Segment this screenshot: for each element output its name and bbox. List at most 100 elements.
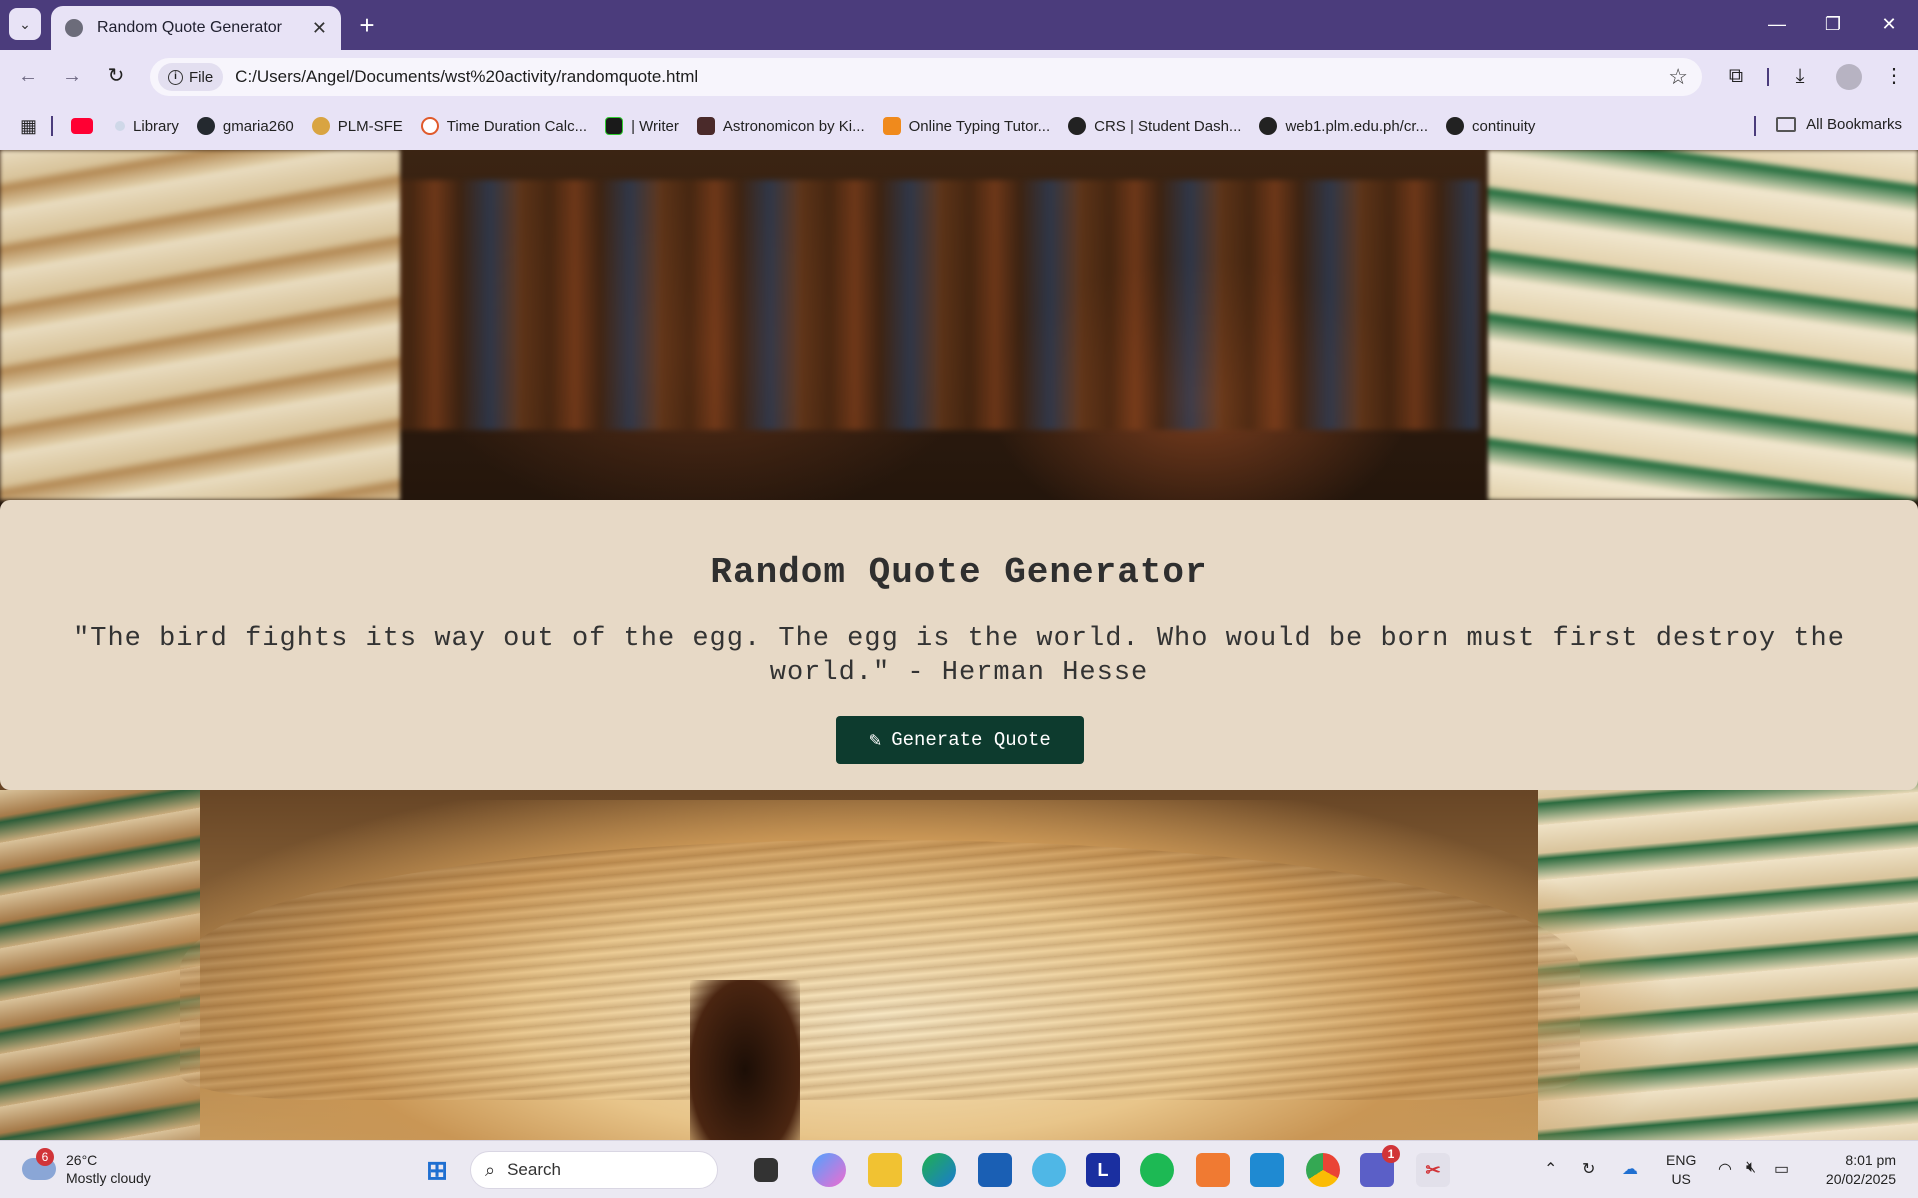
taskbar-search[interactable]: ⌕ Search — [470, 1151, 718, 1189]
bookmark-item[interactable]: continuity — [1446, 117, 1535, 135]
quote-card: Random Quote Generator "The bird fights … — [0, 500, 1918, 790]
bookmark-item[interactable]: Library — [115, 118, 179, 135]
background-book-stack-left — [0, 150, 400, 500]
minimize-button[interactable]: — — [1752, 8, 1802, 40]
clock-icon — [420, 117, 439, 135]
bookmark-star-icon[interactable]: ☆ — [1668, 64, 1688, 90]
bookmark-label: web1.plm.edu.ph/cr... — [1285, 117, 1429, 135]
extensions-icon[interactable]: ⧉ — [1722, 62, 1750, 90]
task-view-icon[interactable] — [754, 1158, 778, 1182]
site-info-chip[interactable]: i File — [158, 63, 224, 91]
lang-bottom: US — [1671, 1171, 1691, 1187]
weather-widget[interactable]: 6 26°C Mostly cloudy — [22, 1148, 151, 1187]
globe-icon — [65, 19, 83, 37]
battery-icon[interactable]: ▭ — [1774, 1159, 1789, 1179]
page-viewport: Random Quote Generator "The bird fights … — [0, 150, 1918, 1140]
bookmark-item[interactable]: Astronomicon by Ki... — [696, 117, 865, 135]
astronomicon-icon — [696, 117, 715, 135]
bookmark-label: gmaria260 — [222, 117, 294, 135]
bookmarks-divider — [51, 116, 54, 136]
background-book-spine — [690, 980, 800, 1140]
address-bar[interactable]: i File C:/Users/Angel/Documents/wst%20ac… — [150, 58, 1702, 96]
vscode-icon[interactable] — [1250, 1153, 1284, 1187]
all-bookmarks-button[interactable]: All Bookmarks — [1776, 116, 1902, 133]
language-indicator[interactable]: ENG US — [1666, 1151, 1696, 1189]
xampp-icon[interactable] — [1196, 1153, 1230, 1187]
speaker-muted-icon[interactable]: 🔇︎ — [1746, 1159, 1756, 1177]
onedrive-icon[interactable]: ☁ — [1622, 1159, 1638, 1179]
file-explorer-icon[interactable] — [868, 1153, 902, 1187]
bookmark-label: Astronomicon by Ki... — [722, 117, 865, 135]
globe-icon — [1446, 117, 1465, 135]
active-tab[interactable]: Random Quote Generator ✕ — [51, 6, 341, 50]
youtube-icon — [71, 118, 94, 134]
tray-overflow-icon[interactable]: ⌃ — [1544, 1159, 1557, 1179]
folder-icon — [1776, 117, 1797, 132]
all-bookmarks-label: All Bookmarks — [1806, 116, 1902, 133]
toolbar-divider — [1767, 68, 1769, 86]
lang-top: ENG — [1666, 1152, 1697, 1168]
app-icon[interactable] — [1032, 1153, 1066, 1187]
windows-start-icon[interactable]: ⊞ — [420, 1153, 454, 1187]
chevron-down-icon: ⌄ — [19, 15, 31, 32]
bookmark-item[interactable]: Time Duration Calc... — [420, 117, 587, 135]
background-bookshelf — [380, 180, 1480, 430]
bookmark-item[interactable]: | Writer — [605, 117, 679, 135]
cloudy-weather-icon: 6 — [22, 1148, 56, 1180]
restore-button[interactable]: ❐ — [1808, 8, 1858, 40]
teams-icon[interactable]: 1 — [1360, 1145, 1400, 1187]
close-window-button[interactable]: ✕ — [1864, 8, 1914, 40]
search-icon: ⌕ — [485, 1159, 496, 1180]
snipping-tool-icon[interactable]: ✂ — [1416, 1153, 1450, 1187]
apps-grid-icon[interactable]: ▦ — [20, 116, 37, 137]
taskbar: 6 26°C Mostly cloudy ⊞ ⌕ Search L 1 ✂ ⌃ … — [0, 1140, 1918, 1198]
reload-button[interactable]: ↻ — [100, 60, 132, 92]
teams-badge: 1 — [1382, 1145, 1400, 1163]
spotify-icon[interactable] — [1140, 1153, 1174, 1187]
globe-icon — [1259, 117, 1278, 135]
url-text[interactable]: C:/Users/Angel/Documents/wst%20activity/… — [235, 67, 698, 87]
profile-avatar[interactable] — [1836, 64, 1862, 90]
bookmark-item[interactable]: Online Typing Tutor... — [882, 117, 1051, 135]
copilot-icon[interactable] — [812, 1153, 846, 1187]
bookmark-label: Online Typing Tutor... — [908, 117, 1051, 135]
bookmark-item[interactable]: PLM-SFE — [311, 117, 403, 135]
sync-icon[interactable]: ↻ — [1582, 1159, 1595, 1179]
downloads-icon[interactable]: ⤓ — [1786, 62, 1814, 90]
youtube-bookmark[interactable] — [71, 118, 101, 134]
bookmark-item[interactable]: web1.plm.edu.ph/cr... — [1259, 117, 1428, 135]
quote-text: "The bird fights its way out of the egg.… — [73, 624, 1845, 688]
browser-toolbar: ← → ↻ i File C:/Users/Angel/Documents/ws… — [0, 50, 1918, 102]
github-icon — [196, 117, 215, 135]
heart-icon — [115, 121, 126, 131]
bookmarks-divider — [1754, 116, 1756, 136]
wifi-icon[interactable]: ◠ — [1718, 1159, 1732, 1179]
weather-badge: 6 — [36, 1148, 54, 1166]
close-tab-icon[interactable]: ✕ — [312, 18, 327, 39]
bookmark-item[interactable]: CRS | Student Dash... — [1068, 117, 1241, 135]
store-icon[interactable] — [978, 1153, 1012, 1187]
bookmark-item[interactable]: gmaria260 — [196, 117, 294, 135]
bookmarks-bar: ▦ Library gmaria260 PLM-SFE Time Duratio… — [0, 102, 1918, 150]
tab-title: Random Quote Generator — [97, 19, 282, 36]
edge-icon[interactable] — [922, 1153, 956, 1187]
bookmark-label: continuity — [1472, 117, 1536, 135]
pencil-icon: ✎ — [869, 730, 882, 753]
clock-time: 8:01 pm — [1845, 1152, 1896, 1168]
menu-kebab-icon[interactable]: ⋮ — [1880, 62, 1908, 90]
weather-desc: Mostly cloudy — [66, 1170, 151, 1186]
tab-search-button[interactable]: ⌄ — [9, 8, 41, 40]
search-placeholder: Search — [507, 1160, 561, 1179]
writer-icon — [605, 117, 624, 135]
system-clock[interactable]: 8:01 pm 20/02/2025 — [1826, 1151, 1896, 1189]
tab-strip: ⌄ Random Quote Generator ✕ + — ❐ ✕ — [0, 0, 1918, 50]
l-app-icon[interactable]: L — [1086, 1153, 1120, 1187]
plm-logo-icon — [311, 117, 330, 135]
generate-quote-button[interactable]: ✎ Generate Quote — [836, 716, 1084, 764]
forward-button[interactable]: → — [56, 60, 88, 92]
site-info-label: File — [189, 68, 214, 86]
new-tab-button[interactable]: + — [352, 10, 382, 40]
chrome-icon[interactable] — [1306, 1153, 1340, 1187]
bookmark-label: PLM-SFE — [337, 117, 403, 135]
back-button[interactable]: ← — [12, 60, 44, 92]
